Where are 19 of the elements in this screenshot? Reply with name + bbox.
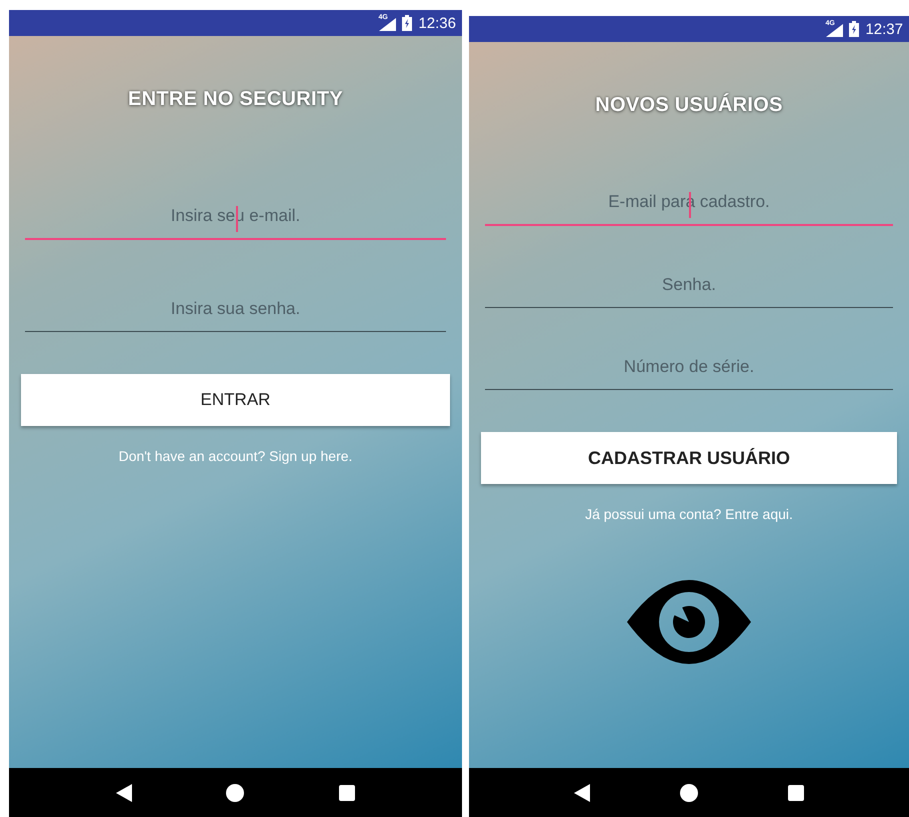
input-field[interactable]: Número de série.: [485, 344, 893, 390]
back-icon[interactable]: [574, 784, 590, 802]
recents-icon[interactable]: [788, 784, 804, 800]
input-field[interactable]: Senha.: [485, 262, 893, 308]
signal-icon: [378, 18, 396, 30]
back-icon[interactable]: [116, 784, 132, 802]
home-icon[interactable]: [680, 784, 698, 802]
screen-title: NOVOS USUÁRIOS: [595, 94, 783, 117]
submit-button[interactable]: ENTRAR: [21, 374, 450, 426]
battery-icon: [402, 15, 412, 31]
recents-icon[interactable]: [338, 784, 355, 800]
screen-title: ENTRE NO SECURITY: [128, 88, 344, 111]
signal-icon: [825, 24, 844, 36]
submit-button[interactable]: CADASTRAR USUÁRIO: [481, 432, 897, 484]
clock-time: 12:36: [418, 14, 456, 32]
home-icon[interactable]: [226, 784, 244, 802]
clock-time: 12:37: [865, 20, 903, 38]
battery-icon: [849, 21, 860, 37]
input-field[interactable]: Insira sua senha.: [25, 286, 446, 332]
